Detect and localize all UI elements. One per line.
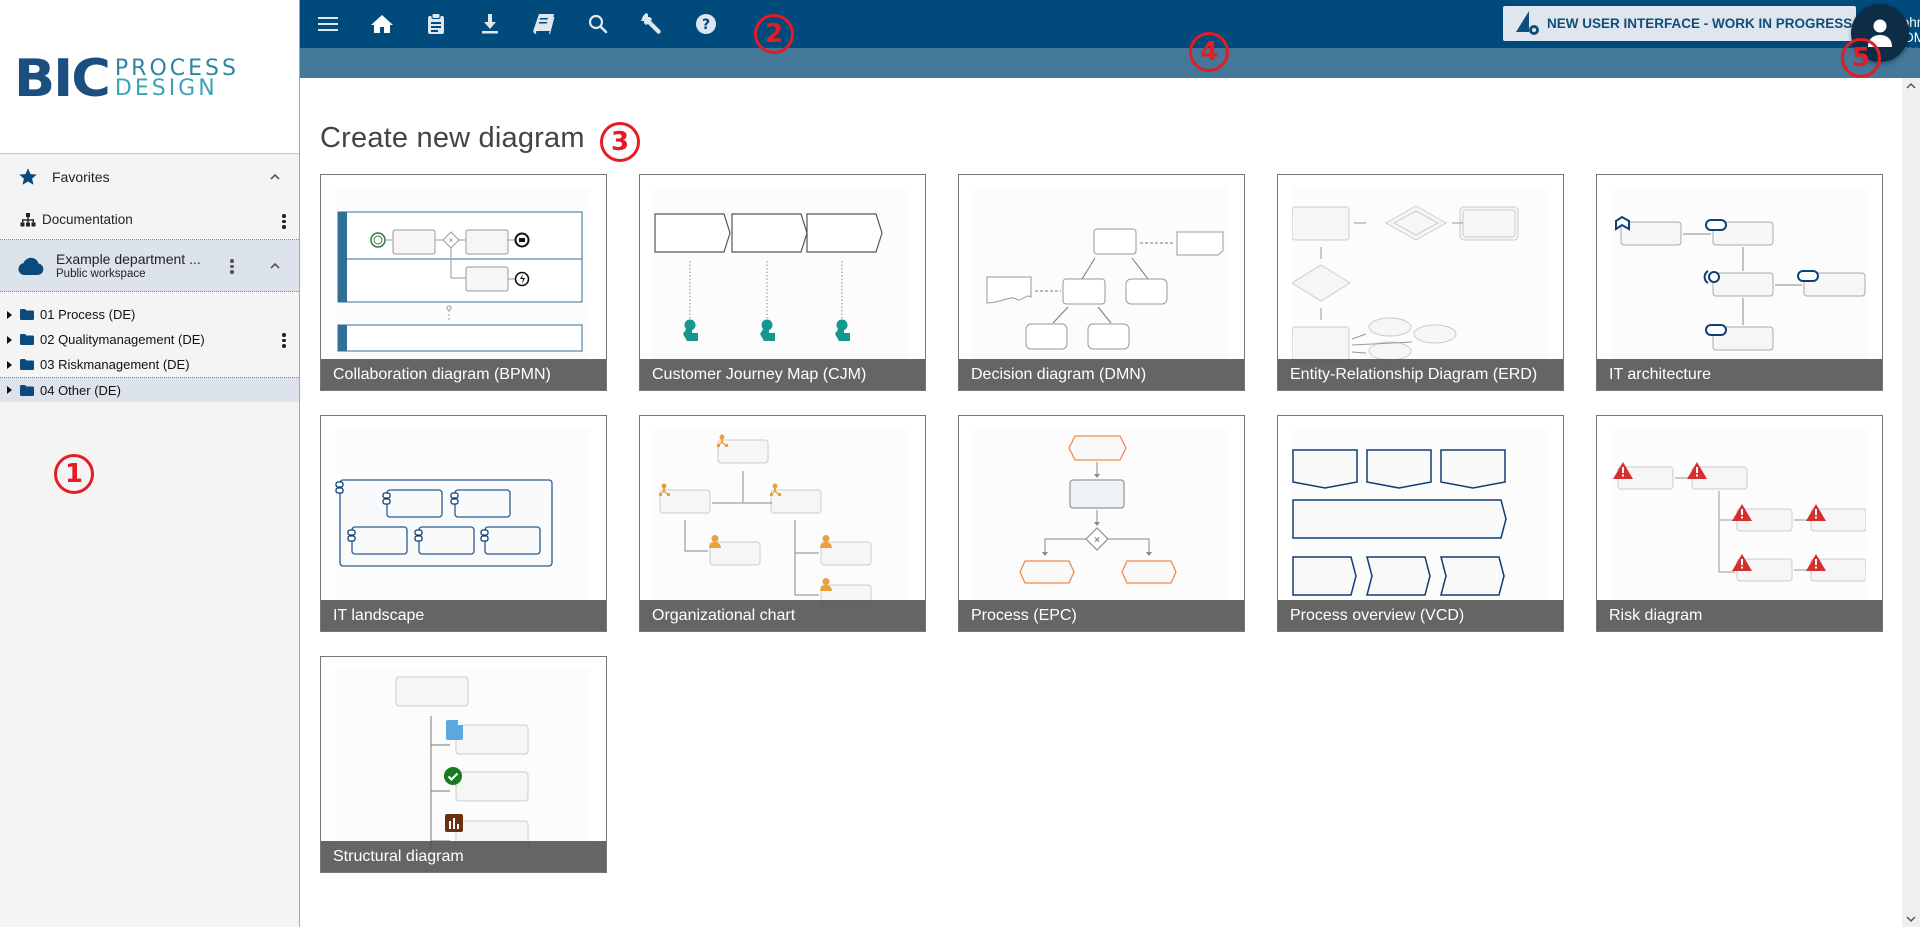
workspace-collapse-icon[interactable]	[269, 260, 281, 272]
tree-item-label: 01 Process (DE)	[40, 307, 136, 322]
structural-preview	[335, 669, 590, 849]
card-label: Process (EPC)	[959, 600, 1244, 631]
risk-preview	[1611, 428, 1866, 608]
diagram-card-erd[interactable]: Entity-Relationship Diagram (ERD)	[1277, 174, 1564, 391]
diagram-card-risk[interactable]: Risk diagram	[1596, 415, 1883, 632]
favorite-item-documentation[interactable]: Documentation	[0, 200, 299, 240]
folder-icon	[20, 384, 34, 396]
svg-text:?: ?	[702, 17, 710, 33]
top-toolbar: ? NEW USER INTERFACE - WORK IN PROGRESS …	[300, 0, 1920, 60]
diagram-card-it-architecture[interactable]: IT architecture	[1596, 174, 1883, 391]
it-architecture-preview	[1611, 187, 1866, 367]
diagram-type-grid: × Collaboration diagram (BPMN) Customer …	[320, 174, 1883, 873]
logo-product-text: PROCESS DESIGN	[114, 58, 239, 101]
expand-arrow-icon[interactable]	[7, 335, 12, 344]
card-label: Process overview (VCD)	[1278, 600, 1563, 631]
tree-item[interactable]: 01 Process (DE)	[0, 302, 299, 327]
annotation-marker-4: 4	[1189, 32, 1229, 72]
more-options-icon[interactable]	[282, 214, 286, 229]
tree-item[interactable]: 02 Qualitymanagement (DE)	[0, 327, 299, 352]
it-landscape-preview	[335, 428, 590, 608]
card-label: IT architecture	[1597, 359, 1882, 390]
card-label: Decision diagram (DMN)	[959, 359, 1244, 390]
card-label: Organizational chart	[640, 600, 925, 631]
diagram-card-dmn[interactable]: Decision diagram (DMN)	[958, 174, 1245, 391]
epc-preview: ×	[973, 428, 1228, 608]
bic-logo[interactable]: BIC PROCESS DESIGN	[14, 52, 239, 106]
more-options-icon[interactable]	[282, 333, 286, 348]
diagram-card-it-landscape[interactable]: IT landscape	[320, 415, 607, 632]
clipboard-icon[interactable]	[424, 12, 448, 36]
help-icon[interactable]: ?	[694, 12, 718, 36]
svg-text:×: ×	[1094, 535, 1100, 546]
card-label: IT landscape	[321, 600, 606, 631]
workspace-header[interactable]: Example department ... Public workspace	[0, 240, 299, 292]
book-icon[interactable]	[532, 12, 556, 36]
card-label: Structural diagram	[321, 841, 606, 872]
page-title: Create new diagram	[320, 122, 585, 154]
card-label: Entity-Relationship Diagram (ERD)	[1278, 359, 1563, 390]
erd-preview	[1292, 187, 1547, 367]
bpmn-preview: ×	[335, 187, 590, 367]
scroll-up-icon[interactable]	[1906, 82, 1916, 90]
wip-label: NEW USER INTERFACE - WORK IN PROGRESS	[1547, 16, 1853, 31]
sub-toolbar	[300, 48, 1920, 78]
org-chart-preview	[654, 428, 909, 608]
favorites-header[interactable]: Favorites	[0, 154, 299, 200]
folder-icon	[20, 309, 34, 320]
expand-arrow-icon[interactable]	[7, 310, 12, 319]
folder-icon	[20, 334, 34, 345]
tree-item-label: 02 Qualitymanagement (DE)	[40, 332, 205, 347]
cjm-preview	[654, 187, 909, 367]
dmn-preview	[973, 187, 1228, 367]
expand-arrow-icon[interactable]	[7, 386, 12, 394]
diagram-card-structural[interactable]: Structural diagram	[320, 656, 607, 873]
logo-bic-text: BIC	[14, 48, 111, 109]
tree-item-label: 04 Other (DE)	[40, 382, 121, 398]
diagram-card-bpmn[interactable]: × Collaboration diagram (BPMN)	[320, 174, 607, 391]
design-settings-icon	[1516, 11, 1539, 35]
diagram-card-cjm[interactable]: Customer Journey Map (CJM)	[639, 174, 926, 391]
chevron-up-icon[interactable]	[269, 171, 281, 183]
home-icon[interactable]	[370, 12, 394, 36]
new-ui-wip-button[interactable]: NEW USER INTERFACE - WORK IN PROGRESS	[1503, 6, 1856, 41]
cloud-icon	[18, 257, 44, 275]
vertical-scrollbar[interactable]	[1902, 78, 1920, 927]
star-icon	[19, 168, 37, 185]
diagram-card-epc[interactable]: × Process (EPC)	[958, 415, 1245, 632]
main-content: Create new diagram × Collaboration diagr…	[300, 78, 1902, 927]
workspace-more-options-icon[interactable]	[230, 259, 234, 274]
tree-item[interactable]: 03 Riskmanagement (DE)	[0, 352, 299, 377]
logo-line2: DESIGN	[114, 76, 218, 101]
logo-area: BIC PROCESS DESIGN	[0, 0, 299, 154]
annotation-marker-1: 1	[54, 454, 94, 494]
wrench-icon[interactable]	[640, 12, 664, 36]
folder-icon	[20, 359, 34, 370]
card-label: Customer Journey Map (CJM)	[640, 359, 925, 390]
workspace-subtitle: Public workspace	[56, 268, 146, 280]
expand-arrow-icon[interactable]	[7, 360, 12, 369]
tree-item-selected[interactable]: 04 Other (DE)	[0, 377, 299, 402]
app-root: BIC PROCESS DESIGN Favorites Documentati…	[0, 0, 1920, 927]
workspace-title: Example department ...	[56, 251, 201, 267]
folder-tree: 01 Process (DE) 02 Qualitymanagement (DE…	[0, 292, 299, 402]
search-icon[interactable]	[586, 12, 610, 36]
vcd-preview	[1292, 428, 1547, 608]
card-label: Risk diagram	[1597, 600, 1882, 631]
card-label: Collaboration diagram (BPMN)	[321, 359, 606, 390]
annotation-marker-3: 3	[600, 122, 640, 162]
svg-text:×: ×	[449, 236, 454, 245]
sidebar: BIC PROCESS DESIGN Favorites Documentati…	[0, 0, 300, 927]
scroll-down-icon[interactable]	[1906, 915, 1916, 923]
tree-item-label: 03 Riskmanagement (DE)	[40, 357, 190, 372]
diagram-card-vcd[interactable]: Process overview (VCD)	[1277, 415, 1564, 632]
favorite-item-label: Documentation	[42, 212, 133, 227]
diagram-card-org-chart[interactable]: Organizational chart	[639, 415, 926, 632]
annotation-marker-5: 5	[1841, 38, 1881, 78]
annotation-marker-2: 2	[754, 14, 794, 54]
sitemap-icon	[20, 212, 36, 226]
download-icon[interactable]	[478, 12, 502, 36]
favorites-label: Favorites	[52, 169, 110, 185]
menu-icon[interactable]	[316, 12, 340, 36]
